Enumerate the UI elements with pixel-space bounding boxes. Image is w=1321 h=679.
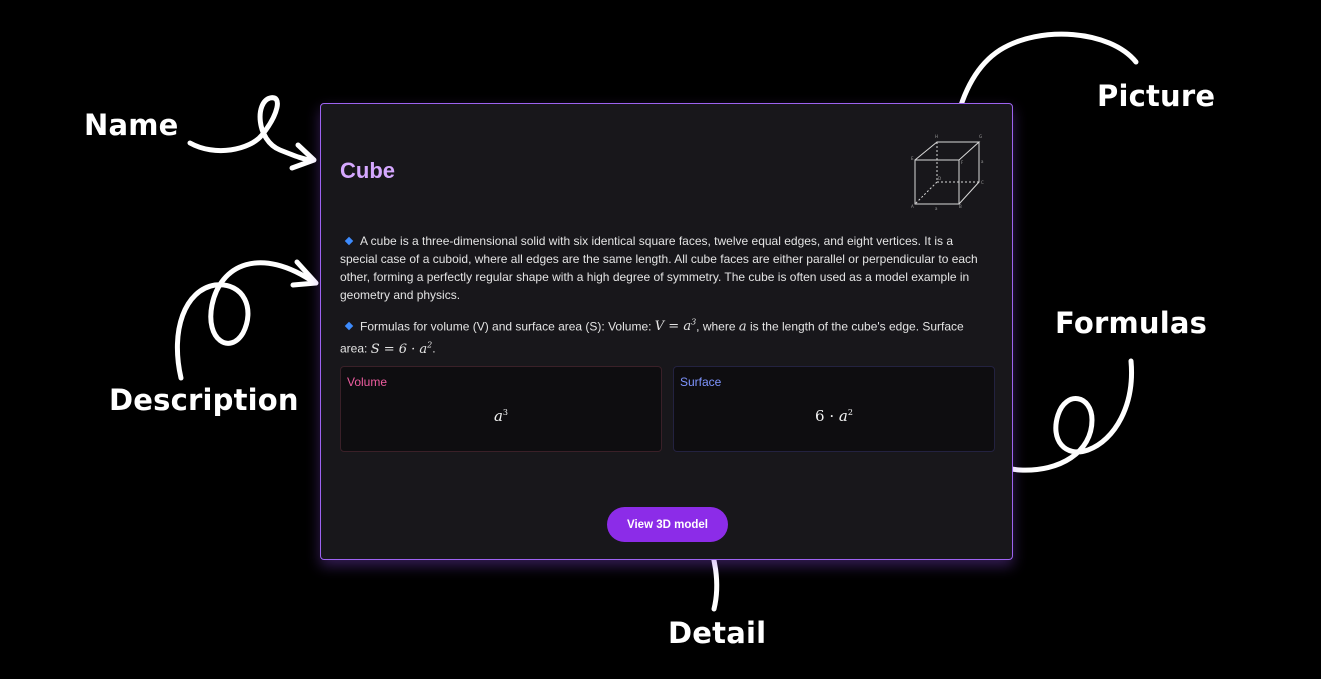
volume-inline-formula: V = a3 [654,318,697,335]
name-arrow [187,95,315,163]
svg-text:D: D [938,176,941,181]
svg-text:a: a [935,206,938,210]
svg-text:E: E [911,156,914,161]
name-annotation: Name [84,108,179,142]
cube-wireframe-icon: H G E F D C A B a a [911,134,984,210]
diamond-bullet-icon [344,322,354,331]
description-text: A cube is a three-dimensional solid with… [340,234,978,302]
detail-annotation: Detail [668,616,767,650]
description-arrow [174,260,318,381]
shape-card: Cube H G E F D C A B a a A cube is a three-di… [320,103,1013,560]
svg-text:a: a [981,159,984,164]
svg-text:C: C [981,180,984,185]
card-title: Cube [340,158,395,183]
surface-formula: 6 · a2 [815,407,853,425]
formulas-paragraph: Formulas for volume (V) and surface area… [340,318,964,357]
surface-inline-formula: S = 6 · a2 [370,340,433,357]
surface-label: Surface [680,375,722,389]
volume-label: Volume [347,375,388,389]
diamond-bullet-icon [344,236,354,246]
svg-text:B: B [959,204,962,209]
description-paragraph: A cube is a three-dimensional solid with… [340,232,986,304]
svg-text:A: A [911,204,914,209]
edge-variable: a [738,319,747,335]
description-annotation: Description [109,383,299,417]
surface-formula-box: Surface 6 · a2 [673,366,995,452]
formulas-prefix-text: Formulas for volume (V) and surface area… [360,319,655,334]
picture-annotation: Picture [1097,79,1216,113]
volume-formula-box: Volume a3 [340,366,662,452]
card-description: A cube is a three-dimensional solid with… [340,232,986,369]
svg-text:H: H [935,134,938,139]
formulas-mid-text: , where [696,319,739,334]
name-arrowhead [289,142,317,171]
formulas-annotation: Formulas [1055,306,1208,340]
description-arrowhead [290,259,319,288]
volume-formula: a3 [493,407,509,425]
svg-text:F: F [961,160,964,165]
view-3d-model-button[interactable]: View 3D model [607,507,728,542]
svg-text:G: G [979,134,982,139]
